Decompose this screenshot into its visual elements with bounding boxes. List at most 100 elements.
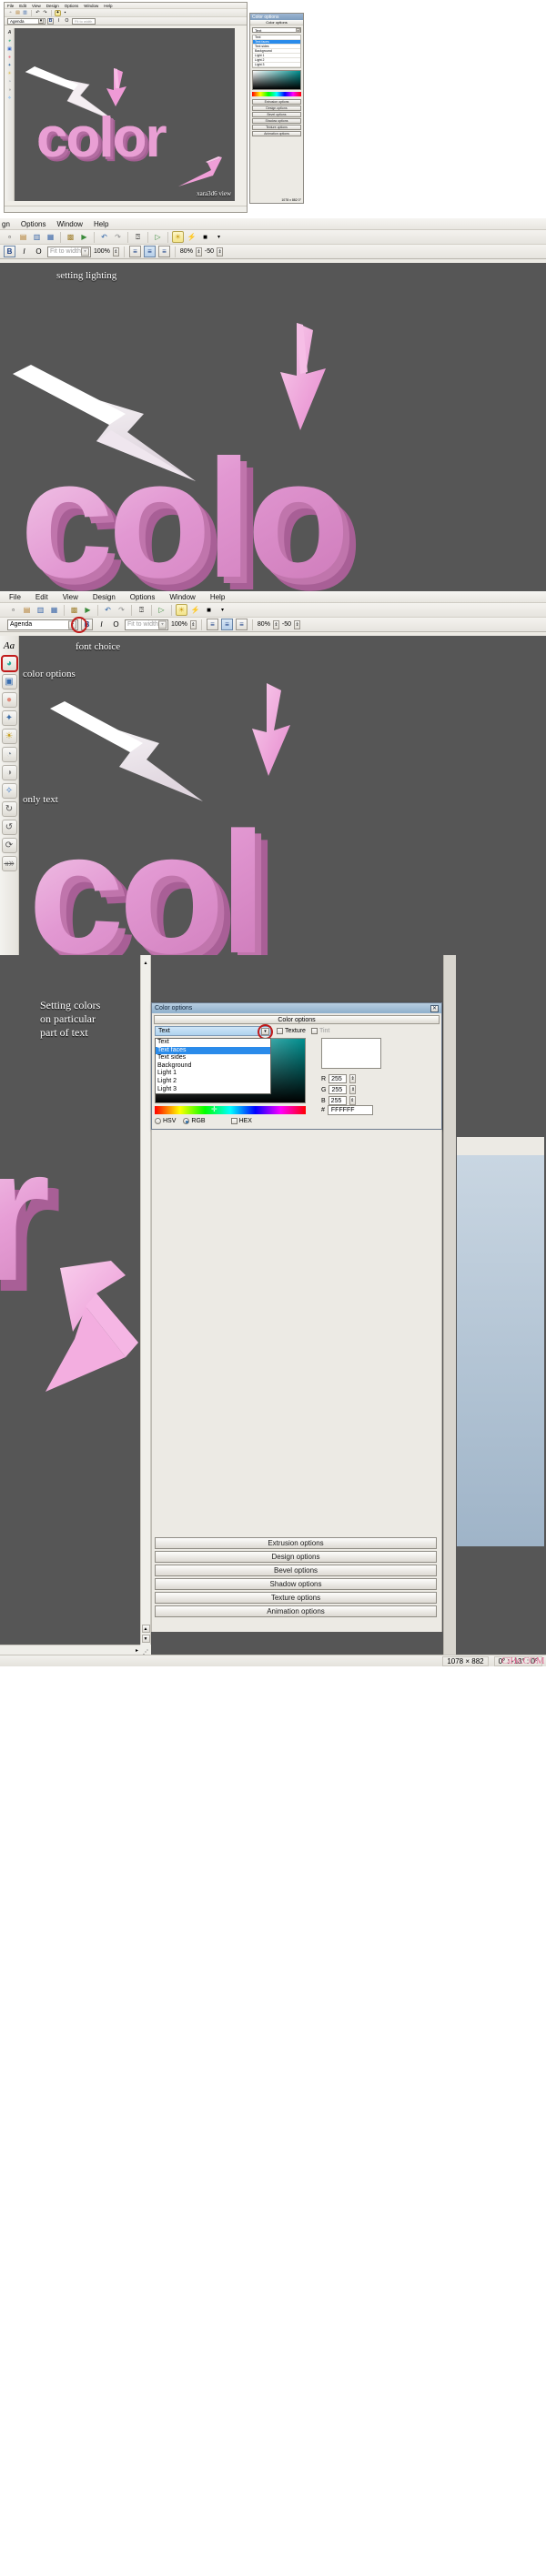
color-mode-row[interactable]: HSV RGB HEX: [155, 1118, 252, 1124]
export-animation-icon[interactable]: ▶: [78, 231, 90, 243]
export-icon[interactable]: ▦: [48, 604, 60, 616]
new-document-icon[interactable]: ▫: [7, 10, 14, 16]
channel-input-g[interactable]: 255: [329, 1085, 348, 1094]
color-options-icon[interactable]: ◕: [6, 37, 14, 45]
rgb-radio-row[interactable]: RGB: [183, 1118, 206, 1124]
bevel-options-icon[interactable]: ●: [6, 54, 14, 61]
text-options-icon[interactable]: A: [6, 29, 14, 36]
scroll-right-icon[interactable]: ▸: [136, 1647, 138, 1654]
mini-saturation-field[interactable]: [252, 70, 301, 90]
text-cursor-icon[interactable]: ⍰: [132, 231, 144, 243]
mini-menu-file[interactable]: File: [7, 4, 14, 8]
target-combo[interactable]: Text ▾: [155, 1024, 273, 1040]
more-icon[interactable]: ▾: [217, 604, 228, 616]
shadow-options-icon[interactable]: ◑: [1, 765, 17, 780]
rotate-z-icon[interactable]: ⟳: [1, 838, 17, 853]
chevron-down-icon[interactable]: ▾: [261, 1028, 269, 1035]
mini-menu-design[interactable]: Design: [46, 4, 59, 8]
canvas-3d-detail[interactable]: r r: [0, 955, 151, 1655]
texture-options-button[interactable]: Texture options: [155, 1592, 437, 1604]
reset-rotation-icon[interactable]: ⤁: [1, 856, 17, 871]
chevron-down-icon[interactable]: ▾: [81, 247, 89, 256]
extrusion-options-icon[interactable]: ▣: [1, 674, 17, 689]
menubar[interactable]: gn Options Window Help: [0, 218, 546, 230]
background-icon[interactable]: ▪: [62, 10, 68, 16]
mini-color-options-panel[interactable]: Color options Color options Text ▾ Text …: [249, 13, 304, 204]
panel-splitter-scrollbar[interactable]: ▴ ▲ ▼: [140, 955, 151, 1655]
dialog-target-row[interactable]: Text ▾ Texture Tint: [155, 1024, 439, 1040]
lightning-icon[interactable]: ⚡: [189, 604, 201, 616]
chevron-down-icon[interactable]: ▾: [68, 620, 76, 629]
align-center-button[interactable]: ≡: [143, 246, 156, 257]
dropdown-item-text[interactable]: Text: [156, 1039, 270, 1047]
texture-options-icon[interactable]: ◔: [1, 747, 17, 762]
hex-checkbox[interactable]: [230, 1118, 238, 1124]
font-name-combo[interactable]: Agenda ▾: [7, 17, 46, 25]
texture-options-button[interactable]: Texture options: [252, 125, 301, 130]
align-right-button[interactable]: ≡: [235, 619, 248, 630]
animation-options-icon[interactable]: ✧: [6, 95, 14, 102]
undo-icon[interactable]: ↶: [102, 604, 114, 616]
lighting-bulb-icon[interactable]: ☀: [176, 604, 187, 616]
font-toolbar[interactable]: Agenda ▾ B I O Fit to width ▾ 100% ⇕ ≡ ≡…: [0, 617, 546, 633]
dropdown-item-light-3[interactable]: Light 3: [156, 1086, 270, 1094]
mini-option-buttons[interactable]: Extrusion options Design options Bevel o…: [252, 99, 301, 136]
channel-row-r[interactable]: R 255 ⇕: [321, 1074, 357, 1083]
dropdown-item-light-2[interactable]: Light 2: [156, 1078, 270, 1086]
mini-toolbar[interactable]: ▫ ▤ ▥ ↶ ↷ ✦ ▪: [5, 9, 247, 17]
scroll-up-button[interactable]: ▲: [141, 1625, 150, 1633]
channel-stepper-b[interactable]: ⇕: [349, 1096, 356, 1105]
channel-input-r[interactable]: 255: [329, 1074, 348, 1083]
mini-hue-strip[interactable]: [252, 92, 301, 96]
menu-view[interactable]: View: [63, 593, 78, 601]
mini-menu-options[interactable]: Options: [65, 4, 79, 8]
rotate-x-icon[interactable]: ↻: [1, 801, 17, 817]
scroll-down-button[interactable]: ▼: [141, 1635, 150, 1643]
mini-horizontal-scrollbar[interactable]: [5, 206, 247, 212]
tracking-stepper[interactable]: ⇕: [195, 247, 202, 257]
extrusion-options-icon[interactable]: ▣: [6, 45, 14, 53]
more-icon[interactable]: ▾: [213, 231, 225, 243]
dropdown-item-text-faces[interactable]: Text faces: [156, 1046, 270, 1055]
mini-menu-view[interactable]: View: [32, 4, 41, 8]
chevron-down-icon[interactable]: ▾: [38, 18, 44, 24]
play-animation-icon[interactable]: ▷: [152, 231, 164, 243]
rgb-fields[interactable]: R 255 ⇕ G 255 ⇕ B 255 ⇕: [321, 1074, 357, 1105]
zoom-stepper[interactable]: ⇕: [112, 247, 119, 257]
channel-stepper-g[interactable]: ⇕: [349, 1085, 357, 1094]
export-animation-icon[interactable]: ▶: [82, 604, 94, 616]
menu-design[interactable]: Design: [93, 593, 116, 601]
rotate-y-icon[interactable]: ↺: [1, 820, 17, 835]
design-options-icon[interactable]: ✦: [6, 62, 14, 69]
mini-target-combo[interactable]: Text ▾: [252, 27, 301, 33]
design-options-icon[interactable]: ✦: [1, 710, 17, 726]
mini-fontbar[interactable]: Agenda ▾ B I O Fit to width: [5, 17, 247, 25]
tint-checkbox[interactable]: [310, 1028, 318, 1034]
import-animation-icon[interactable]: ▩: [68, 604, 80, 616]
lightning-icon[interactable]: ⚡: [186, 231, 197, 243]
save-icon[interactable]: ▥: [22, 10, 28, 16]
fit-mode-combo[interactable]: Fit to width ▾: [125, 619, 168, 630]
main-toolbar[interactable]: ▫ ▤ ▥ ▦ ▩ ▶ ↶ ↷ ⍰ ▷ ☀ ⚡ ■ ▾: [0, 603, 546, 618]
color-options-icon[interactable]: ◕: [0, 655, 18, 672]
hsv-radio[interactable]: [155, 1118, 161, 1124]
fit-mode-combo[interactable]: Fit to width: [72, 17, 96, 25]
new-document-icon[interactable]: ▫: [4, 231, 15, 243]
outline-button[interactable]: O: [110, 619, 122, 630]
text-options-icon[interactable]: Aa: [2, 638, 17, 653]
animation-options-button[interactable]: Animation options: [252, 131, 301, 136]
tint-checkbox-row[interactable]: Tint: [310, 1028, 329, 1034]
shadow-options-button[interactable]: Shadow options: [252, 118, 301, 124]
list-item[interactable]: Light 3: [253, 63, 300, 67]
mini-menu-help[interactable]: Help: [104, 4, 112, 8]
mini-tool-rail[interactable]: A ◕ ▣ ● ✦ ☀ ◔ ◑ ✧: [5, 28, 15, 201]
rgb-radio[interactable]: [183, 1118, 190, 1124]
option-buttons-group[interactable]: Extrusion options Design options Bevel o…: [155, 1537, 437, 1619]
chevron-down-icon[interactable]: ▾: [158, 620, 167, 629]
lighting-options-icon[interactable]: ☀: [6, 70, 14, 77]
hex-row[interactable]: # FFFFFF: [321, 1105, 373, 1115]
lighting-options-icon[interactable]: ☀: [1, 729, 17, 744]
align-right-button[interactable]: ≡: [157, 246, 170, 257]
mini-canvas-3d-preview[interactable]: colo color xara3d6 view: [5, 28, 235, 201]
undo-icon[interactable]: ↶: [98, 231, 110, 243]
